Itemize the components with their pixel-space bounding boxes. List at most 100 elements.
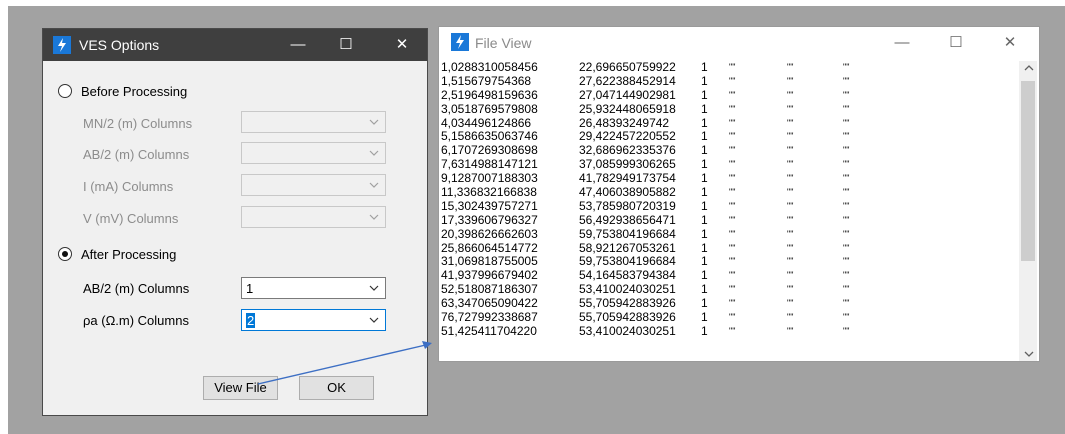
- file-row: 9,1287007188303 41,782949173754 1 "" "" "": [439, 171, 1019, 186]
- file-quote-cell: "": [787, 200, 794, 211]
- chevron-down-icon[interactable]: [368, 313, 380, 327]
- file-quote-cell: "": [843, 214, 850, 225]
- file-cell: 1: [701, 129, 708, 144]
- chevron-up-icon[interactable]: [1024, 63, 1034, 73]
- file-cell: 2,5196498159636: [441, 87, 538, 102]
- chevron-down-icon[interactable]: [368, 281, 380, 295]
- file-quote-cell: "": [843, 173, 850, 184]
- file-row: 1,0288310058456 22,696650759922 1 "" "" "": [439, 61, 1019, 75]
- file-cell: 32,686962335376: [579, 143, 676, 158]
- file-cell: 53,410024030251: [579, 323, 676, 338]
- file-quote-cell: "": [787, 89, 794, 100]
- file-quote-cell: "": [729, 242, 736, 253]
- file-cell: 6,1707269308698: [441, 143, 538, 158]
- file-cell: 27,047144902981: [579, 87, 676, 102]
- file-cell: 1,515679754368: [441, 73, 532, 88]
- file-row: 7,6314988147121 37,085999306265 1 "" "" "": [439, 157, 1019, 172]
- file-cell: 54,164583794384: [579, 268, 676, 283]
- file-content-text[interactable]: 1,0288310058456 22,696650759922 1 "" "" "" 1,5…: [439, 61, 1019, 361]
- file-quote-cell: "": [843, 62, 850, 72]
- ab2-after-columns-select[interactable]: 1: [241, 277, 386, 299]
- file-row: 5,1586635063746 29,422457220552 1 "" "" "": [439, 130, 1019, 144]
- file-quote-cell: "": [787, 103, 794, 114]
- after-processing-option[interactable]: After Processing: [58, 247, 176, 262]
- file-cell: 1: [701, 254, 708, 269]
- ab2-before-columns-select: [241, 142, 386, 164]
- file-cell: 1: [701, 87, 708, 102]
- file-quote-cell: "": [729, 159, 736, 170]
- file-view-window: File View — ☐ ✕ 1,0288310058456 22,696650…: [438, 26, 1040, 362]
- file-cell: 4,034496124866: [441, 115, 532, 130]
- file-cell: 15,302439757271: [441, 198, 538, 213]
- file-quote-cell: "": [843, 131, 850, 142]
- maximize-button[interactable]: ☐: [323, 29, 369, 61]
- file-quote-cell: "": [787, 270, 794, 281]
- file-cell: 11,336832166838: [441, 185, 537, 200]
- rho-columns-select[interactable]: 2: [241, 309, 386, 331]
- file-quote-cell: "": [729, 284, 736, 295]
- file-row: 4,034496124866 26,48393249742 1 "" "" "": [439, 115, 1019, 131]
- close-button[interactable]: ✕: [379, 29, 425, 61]
- file-quote-cell: "": [787, 131, 794, 142]
- ves-title-bar[interactable]: VES Options — ☐ ✕: [43, 29, 427, 61]
- close-button[interactable]: ✕: [987, 27, 1033, 59]
- file-quote-cell: "": [787, 325, 794, 336]
- minimize-button[interactable]: —: [275, 29, 321, 61]
- file-quote-cell: "": [843, 89, 850, 100]
- file-row: 76,727992338687 55,705942883926 1 "" "" "": [439, 310, 1019, 325]
- file-quote-cell: "": [843, 325, 850, 336]
- file-quote-cell: "": [787, 187, 794, 198]
- rho-columns-value: 2: [246, 313, 256, 328]
- chevron-down-icon: [369, 119, 379, 125]
- maximize-button[interactable]: ☐: [933, 27, 979, 59]
- file-quote-cell: "": [729, 270, 736, 281]
- file-cell: 55,705942883926: [579, 296, 676, 311]
- minimize-button[interactable]: —: [879, 27, 925, 59]
- rho-columns-label: ρa (Ω.m) Columns: [83, 313, 189, 328]
- chevron-down-icon: [369, 182, 379, 188]
- file-cell: 41,937996679402: [441, 268, 538, 283]
- file-quote-cell: "": [843, 187, 850, 198]
- chevron-down-icon[interactable]: [1024, 349, 1034, 359]
- file-quote-cell: "": [729, 187, 736, 198]
- file-cell: 25,866064514772: [441, 240, 538, 255]
- file-cell: 5,1586635063746: [441, 129, 538, 144]
- file-cell: 41,782949173754: [579, 171, 676, 186]
- chevron-down-icon: [369, 150, 379, 156]
- before-processing-label: Before Processing: [81, 84, 188, 99]
- ok-button[interactable]: OK: [299, 376, 374, 400]
- file-cell: 63,347065090422: [441, 296, 538, 311]
- file-quote-cell: "": [843, 103, 850, 114]
- file-quote-cell: "": [843, 256, 850, 267]
- after-processing-radio[interactable]: [58, 247, 72, 261]
- file-cell: 1: [701, 101, 708, 116]
- voltage-columns-select: [241, 206, 386, 228]
- lightning-icon: [53, 36, 71, 54]
- file-cell: 1: [701, 73, 708, 88]
- vertical-scrollbar[interactable]: [1019, 61, 1037, 361]
- file-view-window-title: File View: [475, 35, 532, 51]
- file-quote-cell: "": [729, 325, 736, 336]
- file-row: 25,866064514772 58,921267053261 1 "" "" "": [439, 240, 1019, 256]
- after-processing-label: After Processing: [81, 247, 177, 262]
- file-quote-cell: "": [843, 228, 850, 239]
- file-quote-cell: "": [729, 75, 736, 86]
- file-cell: 58,921267053261: [579, 240, 676, 255]
- file-cell: 53,785980720319: [579, 198, 676, 213]
- before-processing-option[interactable]: Before Processing: [58, 84, 187, 99]
- view-file-button[interactable]: View File: [203, 376, 278, 400]
- file-view-title-bar[interactable]: File View — ☐ ✕: [439, 27, 1039, 59]
- mn2-columns-select: [241, 111, 386, 133]
- scrollbar-thumb[interactable]: [1021, 81, 1035, 261]
- ves-options-window: VES Options — ☐ ✕ Before Processing MN/2…: [42, 28, 428, 416]
- before-processing-radio[interactable]: [58, 84, 72, 98]
- file-cell: 22,696650759922: [579, 61, 676, 74]
- file-quote-cell: "": [843, 159, 850, 170]
- file-cell: 1: [701, 323, 708, 338]
- file-quote-cell: "": [787, 75, 794, 86]
- lightning-icon: [451, 33, 469, 51]
- file-cell: 37,085999306265: [579, 157, 676, 172]
- file-cell: 1: [701, 198, 708, 213]
- file-row: 6,1707269308698 32,686962335376 1 "" "" "": [439, 143, 1019, 158]
- file-cell: 1,0288310058456: [441, 61, 538, 74]
